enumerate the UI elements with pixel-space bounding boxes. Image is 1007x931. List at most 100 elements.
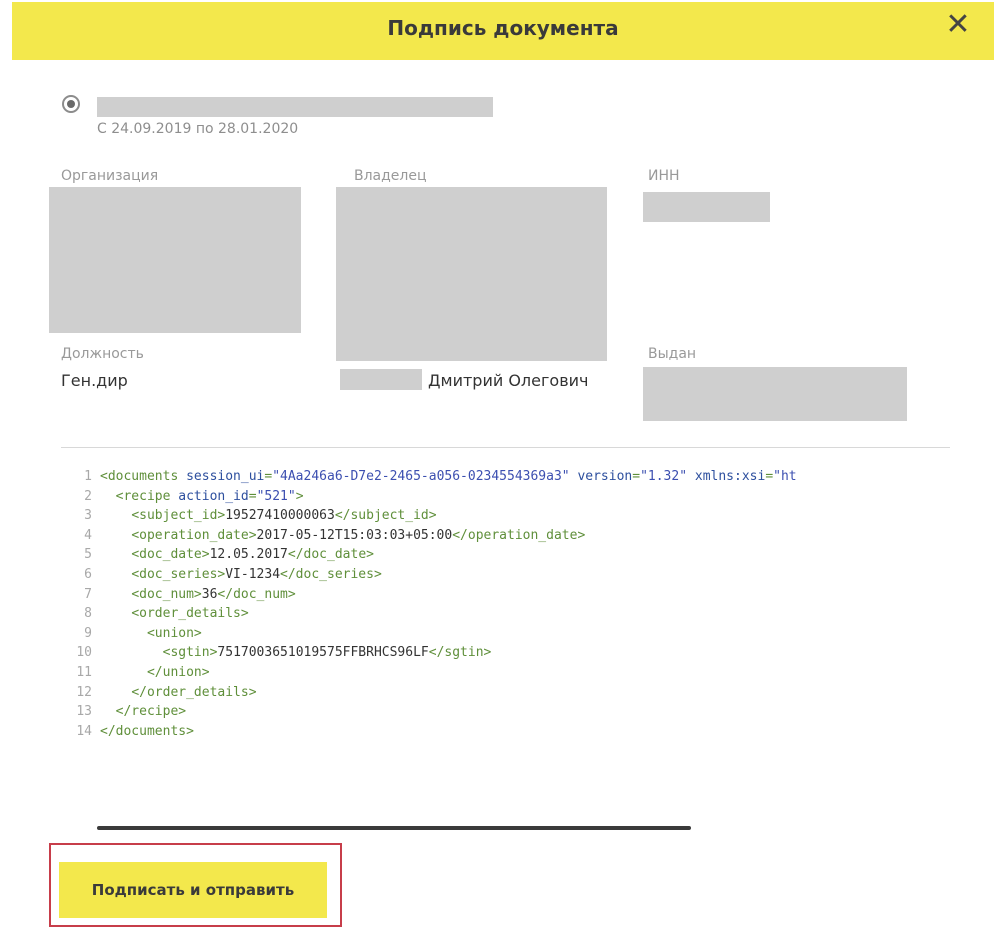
code-token: <recipe <box>115 488 179 504</box>
code-token: </operation_date> <box>452 527 586 543</box>
code-token: = <box>248 488 257 504</box>
code-token: </doc_series> <box>280 566 382 582</box>
code-token: <doc_series> <box>131 566 226 582</box>
position-label: Должность <box>61 346 144 362</box>
code-token: 2017-05-12T15:03:03+05:00 <box>256 527 453 543</box>
dialog-title: Подпись документа <box>387 16 619 40</box>
line-number: 3 <box>84 508 92 524</box>
issued-label: Выдан <box>648 346 697 362</box>
code-token: = <box>632 469 641 484</box>
radio-selected-dot <box>67 100 75 108</box>
sign-and-send-button[interactable]: Подписать и отправить <box>59 862 327 918</box>
organization-value-redacted <box>49 187 301 333</box>
code-line: 8 <order_details> <box>70 604 950 624</box>
code-token: > <box>295 488 304 504</box>
code-token: </order_details> <box>131 684 257 700</box>
code-line: 5 <doc_date>12.05.2017</doc_date> <box>70 545 950 565</box>
code-token: </sgtin> <box>428 645 492 661</box>
code-token: 19527410000063 <box>225 508 335 524</box>
code-line: 4 <operation_date>2017-05-12T15:03:03+05… <box>70 526 950 546</box>
code-token: </doc_num> <box>217 586 296 602</box>
code-token: action_id <box>178 488 249 504</box>
line-number: 9 <box>84 625 92 641</box>
code-token: <doc_date> <box>131 547 210 563</box>
code-token: </documents> <box>100 723 194 739</box>
code-token: </recipe> <box>115 704 187 720</box>
line-number: 10 <box>76 645 92 661</box>
owner-surname-redacted <box>340 369 422 390</box>
code-token: <sgtin> <box>162 645 218 661</box>
code-line: 12 </order_details> <box>70 683 950 703</box>
section-divider <box>61 447 950 448</box>
code-token: version <box>577 469 633 484</box>
code-token: <subject_id> <box>131 508 226 524</box>
close-icon[interactable]: ✕ <box>943 10 973 40</box>
line-number: 2 <box>84 488 92 504</box>
certificate-name-redacted <box>97 97 493 117</box>
owner-label: Владелец <box>354 168 427 184</box>
xml-code-view[interactable]: 1 <documents session_ui = "4Aa246a6-D7e2-24… <box>70 467 950 742</box>
code-token: xmlns:xsi <box>694 469 766 484</box>
line-number: 1 <box>84 469 92 484</box>
code-token: "1.32" <box>640 469 688 484</box>
code-line: 7 <doc_num>36</doc_num> <box>70 585 950 605</box>
code-token: <doc_num> <box>131 586 202 602</box>
code-token: <order_details> <box>131 606 249 622</box>
horizontal-scrollbar[interactable] <box>97 826 691 830</box>
line-number: 5 <box>84 547 92 563</box>
line-number: 13 <box>76 704 92 720</box>
code-token: "4Aa246a6-D7e2-2465-a056-0234554369a3" <box>272 469 570 484</box>
code-token: <operation_date> <box>131 527 257 543</box>
code-token: </doc_date> <box>287 547 374 563</box>
code-line: 14 </documents> <box>70 722 950 742</box>
code-token: VI-1234 <box>225 566 281 582</box>
dialog-header: Подпись документа ✕ <box>12 2 994 60</box>
certificate-radio[interactable] <box>62 95 80 113</box>
code-line: 1 <documents session_ui = "4Aa246a6-D7e2-24… <box>70 467 950 487</box>
line-number: 11 <box>76 664 92 680</box>
issued-value-redacted <box>643 367 907 421</box>
code-token: <union> <box>146 625 202 641</box>
inn-label: ИНН <box>648 168 680 184</box>
code-line: 2 <recipe action_id="521"> <box>70 487 950 507</box>
code-token: session_ui <box>186 469 265 484</box>
line-number: 12 <box>76 684 92 700</box>
code-token: "ht <box>773 469 797 484</box>
code-line: 10 <sgtin>7517003651019575FFBRHCS96LF</s… <box>70 643 950 663</box>
code-token: = <box>765 469 774 484</box>
owner-name: Дмитрий Олегович <box>428 371 589 390</box>
code-token: 7517003651019575FFBRHCS96LF <box>217 645 429 661</box>
line-number: 6 <box>84 566 92 582</box>
owner-value-redacted <box>336 187 607 361</box>
organization-label: Организация <box>61 168 159 184</box>
code-token: 36 <box>201 586 218 602</box>
code-token: 12.05.2017 <box>209 547 288 563</box>
code-token: "521" <box>256 488 296 504</box>
line-number: 8 <box>84 606 92 622</box>
certificate-period: С 24.09.2019 по 28.01.2020 <box>97 121 299 137</box>
code-token: </subject_id> <box>334 508 437 524</box>
code-line: 11 </union> <box>70 663 950 683</box>
line-number: 14 <box>76 723 92 739</box>
code-line: 9 <union> <box>70 624 950 644</box>
inn-value-redacted <box>643 192 770 222</box>
code-token: </union> <box>146 664 210 680</box>
code-line: 6 <doc_series>VI-1234</doc_series> <box>70 565 950 585</box>
code-token: <documents <box>100 469 187 484</box>
code-line: 13 </recipe> <box>70 702 950 722</box>
line-number: 4 <box>84 527 92 543</box>
position-value: Ген.дир <box>61 371 128 390</box>
